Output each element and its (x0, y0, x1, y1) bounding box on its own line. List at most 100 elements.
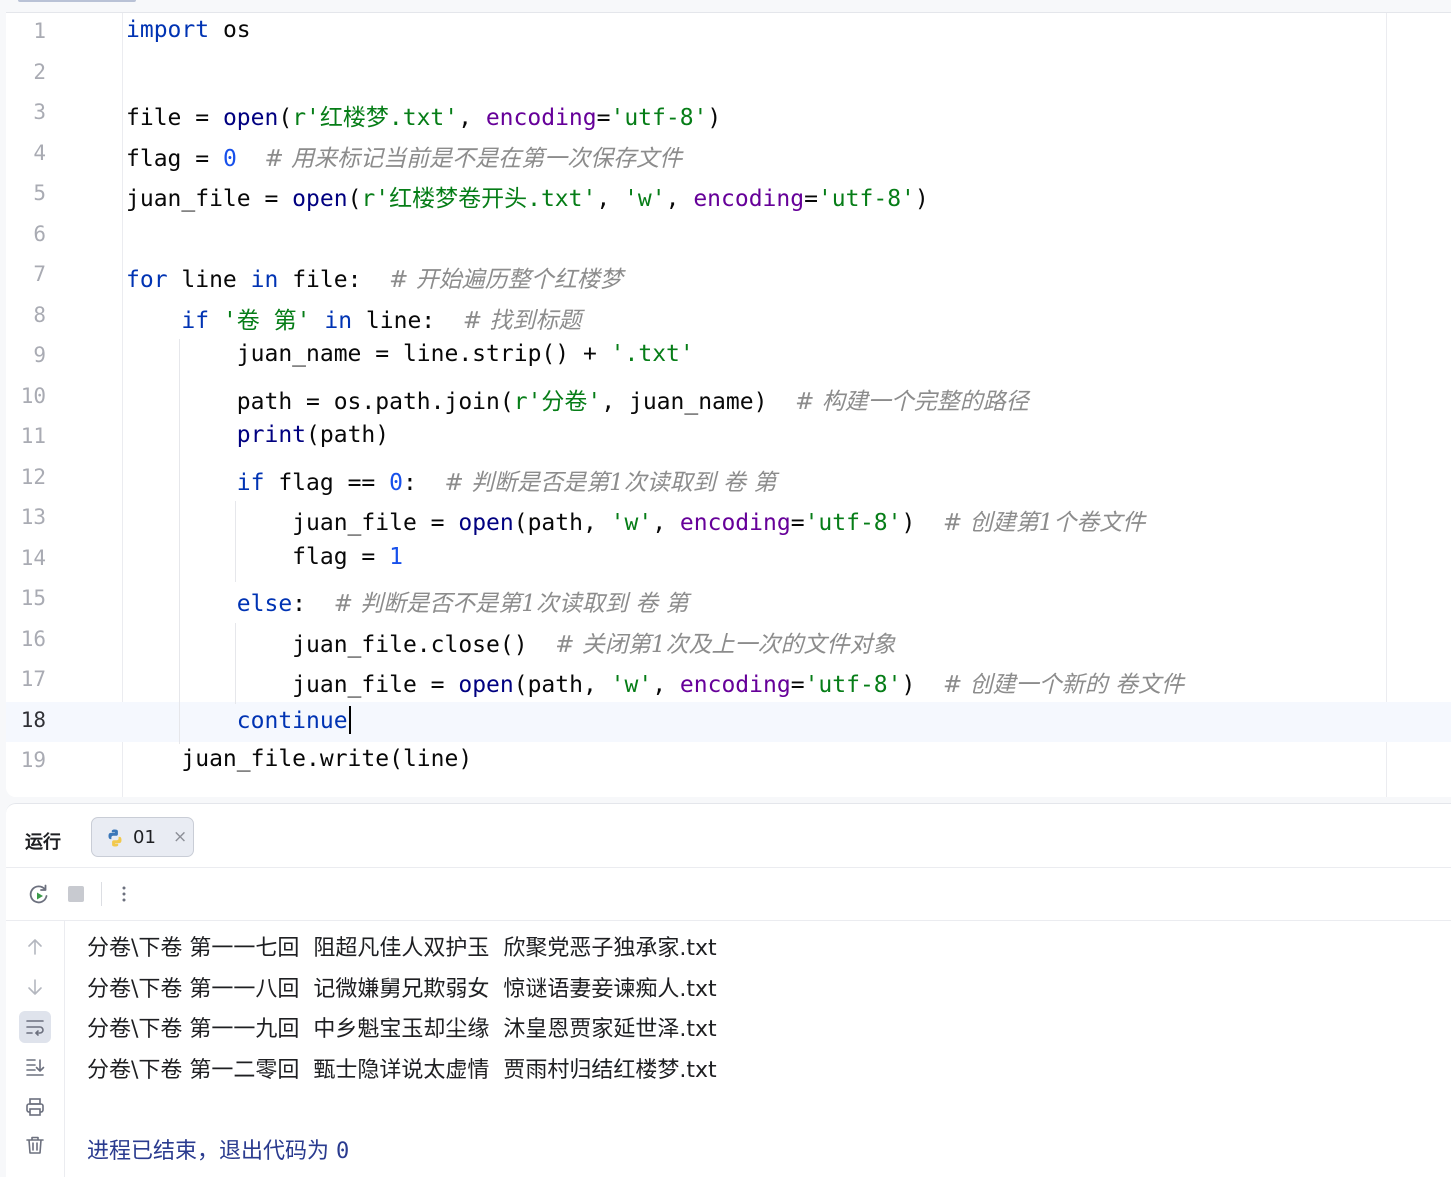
code-token: : (292, 591, 334, 617)
line-number: 7 (33, 262, 46, 286)
code-token: ) (901, 672, 944, 698)
code-token: = (790, 672, 805, 698)
line-number: 4 (33, 140, 46, 165)
code-line[interactable]: 11 print(path) (6, 418, 1451, 458)
code-line[interactable]: 17 juan_file = open(path, 'w', encoding=… (6, 661, 1451, 701)
line-number: 5 (33, 181, 46, 205)
code-text: juan_file = open(path, 'w', encoding='ut… (126, 665, 1184, 699)
code-editor[interactable]: 1 import os 2 3 file = open(r'红楼梦.txt', enco… (6, 0, 1451, 797)
code-token: # 找到标题 (462, 307, 582, 334)
line-number: 13 (20, 505, 46, 529)
code-token: 0 (389, 469, 403, 496)
code-text: path = os.path.join(r'分卷', juan_name) # … (126, 382, 1029, 416)
code-token: = (596, 105, 611, 131)
code-text: juan_name = line.strip() + '.txt' (126, 341, 694, 367)
code-token: juan_file.write(line) (126, 746, 473, 772)
code-token: flag == (264, 469, 390, 496)
close-tab-icon[interactable]: × (173, 827, 187, 847)
code-token: encoding (679, 672, 791, 698)
rerun-icon[interactable] (25, 880, 53, 908)
code-line[interactable]: 14 flag = 1 (6, 540, 1451, 580)
code-text: juan_file = open(r'红楼梦卷开头.txt', 'w', enc… (126, 179, 929, 213)
run-header: 运行 01 × (6, 804, 1451, 868)
code-token: = (790, 510, 805, 536)
code-token: (path, (513, 672, 611, 698)
line-number: 6 (33, 221, 46, 246)
code-line[interactable]: 12 if flag == 0: # 判断是否是第1次读取到 卷 第 (6, 459, 1451, 499)
line-number: 2 (33, 59, 46, 84)
run-config-tab[interactable]: 01 × (91, 817, 194, 857)
code-token: juan_file = (126, 672, 459, 698)
exit-text: 进程已结束，退出代码为 (87, 1139, 336, 1164)
code-token: # 关闭第1次及上一次的文件对象 (555, 631, 896, 658)
code-token: r'红楼梦卷开头.txt' (361, 186, 597, 212)
code-line[interactable]: 8 if '卷 第' in line: # 找到标题 (6, 297, 1451, 337)
more-vertical-icon[interactable] (110, 880, 138, 908)
code-lines[interactable]: 1 import os 2 3 file = open(r'红楼梦.txt', enco… (6, 13, 1451, 797)
code-token: file: (278, 267, 390, 293)
code-line[interactable]: 13 juan_file = open(path, 'w', encoding=… (6, 499, 1451, 539)
code-token: = (804, 186, 818, 212)
code-token: if (236, 469, 265, 496)
run-tab-label: 01 (133, 827, 156, 848)
line-number: 3 (33, 100, 46, 124)
code-token: encoding (679, 510, 791, 536)
console-line: 分卷\下卷 第一一九回 中乡魁宝玉却尘缘 沐皇恩贾家延世泽.txt (87, 1017, 717, 1042)
editor-tab-strip (6, 0, 1451, 13)
line-number: 17 (20, 667, 46, 691)
print-icon[interactable] (19, 1091, 51, 1123)
console-line: 分卷\下卷 第一二零回 甄士隐详说太虚情 贾雨村归结红楼梦.txt (87, 1058, 717, 1083)
line-number: 19 (20, 748, 46, 772)
trash-icon[interactable] (19, 1129, 51, 1161)
code-line[interactable]: 3 file = open(r'红楼梦.txt', encoding='utf-8… (6, 94, 1451, 134)
console-line: 分卷\下卷 第一一七回 阻超凡佳人双护玉 欣聚党恶子独承家.txt (87, 936, 717, 961)
code-line[interactable]: 19 juan_file.write(line) (6, 742, 1451, 782)
code-token: 1 (389, 543, 403, 570)
code-line[interactable]: 9 juan_name = line.strip() + '.txt' (6, 337, 1451, 377)
soft-wrap-icon[interactable] (19, 1011, 51, 1043)
code-line[interactable]: 15 else: # 判断是否不是第1次读取到 卷 第 (6, 580, 1451, 620)
code-token: # 创建一个新的 卷文件 (943, 672, 1184, 698)
run-title: 运行 (25, 832, 61, 853)
toolbar-separator (101, 882, 102, 906)
code-line[interactable]: 6 (6, 216, 1451, 256)
code-token: for (126, 267, 168, 293)
line-number: 15 (20, 586, 46, 610)
code-token: ) (707, 105, 722, 131)
arrow-up-icon[interactable] (19, 931, 51, 963)
stop-icon[interactable] (62, 880, 90, 908)
code-text: flag = 0 # 用来标记当前是不是在第一次保存文件 (126, 139, 682, 173)
code-line[interactable]: 18 continue (6, 701, 1451, 742)
code-token: juan_file.close() (126, 631, 556, 658)
code-line[interactable]: 10 path = os.path.join(r'分卷', juan_name)… (6, 378, 1451, 418)
code-line[interactable]: 2 (6, 54, 1451, 94)
code-token: encoding (693, 186, 805, 212)
code-token: 'utf-8' (804, 510, 902, 536)
code-token: flag = (126, 543, 390, 570)
code-line[interactable]: 1 import os (6, 13, 1451, 53)
code-token: in (250, 267, 279, 293)
code-text: flag = 1 (126, 544, 403, 570)
code-token: else (236, 591, 293, 617)
scroll-to-end-icon[interactable] (19, 1051, 51, 1083)
code-text: continue (126, 705, 351, 734)
arrow-down-icon[interactable] (19, 971, 51, 1003)
code-line[interactable]: 16 juan_file.close() # 关闭第1次及上一次的文件对象 (6, 621, 1451, 661)
code-token: 'utf-8' (804, 672, 902, 698)
code-text: import os (126, 17, 251, 43)
run-tool-window: 运行 01 × 分卷\下卷 第一一七回 阻超凡佳人双护玉 欣聚党恶子独承家.tx… (6, 803, 1451, 1177)
code-token: # 用来标记当前是不是在第一次保存文件 (264, 145, 683, 172)
code-line[interactable]: 5 juan_file = open(r'红楼梦卷开头.txt', 'w', en… (6, 175, 1451, 215)
console-output[interactable]: 分卷\下卷 第一一七回 阻超凡佳人双护玉 欣聚党恶子独承家.txt 分卷\下卷 … (87, 921, 1451, 1177)
code-token: , (652, 672, 680, 698)
code-text: else: # 判断是否不是第1次读取到 卷 第 (126, 584, 689, 618)
console-side-toolbar (6, 921, 65, 1177)
code-token: # 判断是否是第1次读取到 卷 第 (444, 469, 777, 496)
line-number: 11 (20, 424, 46, 448)
code-line[interactable]: 7 for line in file: # 开始遍历整个红楼梦 (6, 256, 1451, 296)
code-line[interactable]: 4 flag = 0 # 用来标记当前是不是在第一次保存文件 (6, 135, 1451, 175)
